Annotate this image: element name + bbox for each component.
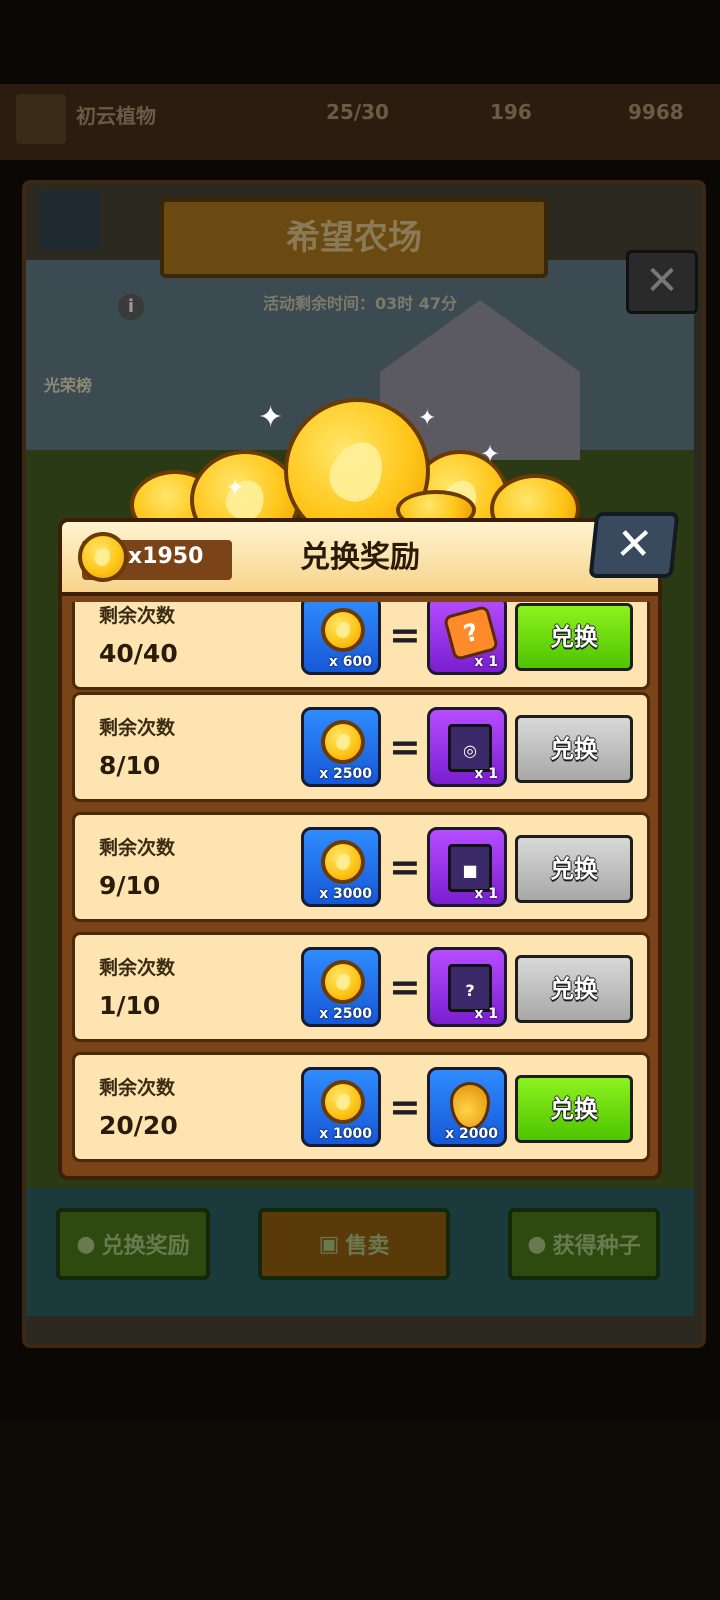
sparkle-icon: ✦: [258, 400, 284, 435]
exchange-list[interactable]: 剩余次数 40/40 x 600 = ? x 1 兑换 剩余次数 8/10 x …: [62, 602, 658, 1162]
remaining-count: 1/10: [99, 991, 161, 1020]
close-icon: ✕: [612, 519, 656, 570]
coin-icon: [321, 720, 365, 764]
energy-counter: 25/30: [326, 100, 389, 124]
remaining-label: 剩余次数: [99, 957, 176, 979]
avatar: [16, 94, 66, 144]
remaining-count: 8/10: [99, 751, 161, 780]
remaining-label: 剩余次数: [99, 717, 176, 739]
cost-amount: x 1000: [319, 1126, 372, 1142]
puzzle-icon: ?: [442, 604, 500, 662]
exchange-button[interactable]: 兑换: [515, 835, 633, 903]
coin-icon: [321, 1080, 365, 1124]
remaining-label: 剩余次数: [99, 1077, 176, 1099]
equals-icon: =: [389, 1085, 421, 1129]
cost-amount: x 3000: [319, 886, 372, 902]
reward-amount: x 1: [474, 766, 498, 782]
coin-icon: [321, 608, 365, 652]
resource-counter-2: 9968: [628, 100, 684, 124]
exchange-reward-button[interactable]: ● 兑换奖励: [56, 1208, 210, 1280]
cost-amount: x 2500: [319, 766, 372, 782]
event-timer: 活动剩余时间：03时 47分: [262, 294, 458, 313]
sparkle-icon: ✦: [226, 476, 245, 501]
exchange-row: 剩余次数 40/40 x 600 = ? x 1 兑换: [72, 602, 650, 690]
reward-amount: x 1: [474, 1006, 498, 1022]
equals-icon: =: [389, 725, 421, 769]
bottom-navigation: [0, 1420, 720, 1600]
reward-tile: x 2000: [427, 1067, 507, 1147]
basket-icon: ▣: [318, 1231, 340, 1257]
cost-tile: x 2500: [301, 947, 381, 1027]
equals-icon: =: [389, 965, 421, 1009]
resource-counter-1: 196: [490, 100, 532, 124]
exchange-button[interactable]: 兑换: [515, 1075, 633, 1143]
title-banner: 希望农场: [160, 198, 548, 278]
remaining-label: 剩余次数: [99, 837, 176, 859]
coin-icon: [321, 960, 365, 1004]
sparkle-icon: ✦: [418, 406, 437, 431]
player-name: 初云植物: [76, 104, 156, 128]
reward-amount: x 1: [474, 654, 498, 670]
remaining-count: 20/20: [99, 1111, 178, 1140]
reward-tile: ? x 1: [427, 602, 507, 675]
modal-title: 兑换奖励: [300, 540, 420, 575]
chest-icon: ■: [448, 844, 492, 892]
background-close-icon[interactable]: ✕: [626, 250, 698, 314]
exchange-button[interactable]: 兑换: [515, 955, 633, 1023]
top-status-bar: 初云植物 25/30 196 9968: [0, 84, 720, 160]
reward-tile: ? x 1: [427, 947, 507, 1027]
exchange-button[interactable]: 兑换: [515, 715, 633, 783]
get-seeds-button[interactable]: ● 获得种子: [508, 1208, 660, 1280]
reward-amount: x 1: [474, 886, 498, 902]
coin-balance: x1950: [128, 544, 204, 569]
reward-tile: ■ x 1: [427, 827, 507, 907]
exchange-button[interactable]: 兑换: [515, 603, 633, 671]
cost-tile: x 3000: [301, 827, 381, 907]
cost-tile: x 2500: [301, 707, 381, 787]
chest-icon: ◎: [448, 724, 492, 772]
coin-icon: ●: [76, 1231, 96, 1257]
cost-tile: x 1000: [301, 1067, 381, 1147]
remaining-label: 剩余次数: [99, 605, 176, 627]
reward-tile: ◎ x 1: [427, 707, 507, 787]
exchange-row: 剩余次数 9/10 x 3000 = ■ x 1 兑换: [72, 812, 650, 922]
cost-amount: x 600: [328, 654, 372, 670]
cost-tile: x 600: [301, 602, 381, 675]
reward-amount: x 2000: [445, 1126, 498, 1142]
drop-icon: [450, 1082, 490, 1130]
equals-icon: =: [389, 845, 421, 889]
exchange-row: 剩余次数 20/20 x 1000 = x 2000 兑换: [72, 1052, 650, 1162]
seed-icon: ●: [527, 1231, 547, 1257]
cost-amount: x 2500: [319, 1006, 372, 1022]
remaining-count: 40/40: [99, 639, 178, 668]
coin-icon: [78, 532, 128, 582]
exchange-row: 剩余次数 1/10 x 2500 = ? x 1 兑换: [72, 932, 650, 1042]
menu-icon[interactable]: [40, 190, 100, 250]
sparkle-icon: ✦: [480, 440, 501, 468]
mystery-chest-icon: ?: [448, 964, 492, 1012]
coin-icon: [321, 840, 365, 884]
close-button[interactable]: ✕: [588, 512, 680, 578]
leaderboard-label[interactable]: 光荣榜: [44, 372, 92, 396]
exchange-row: 剩余次数 8/10 x 2500 = ◎ x 1 兑换: [72, 692, 650, 802]
equals-icon: =: [389, 613, 421, 657]
info-icon[interactable]: i: [118, 294, 144, 320]
remaining-count: 9/10: [99, 871, 161, 900]
sell-button[interactable]: ▣ 售卖: [258, 1208, 450, 1280]
